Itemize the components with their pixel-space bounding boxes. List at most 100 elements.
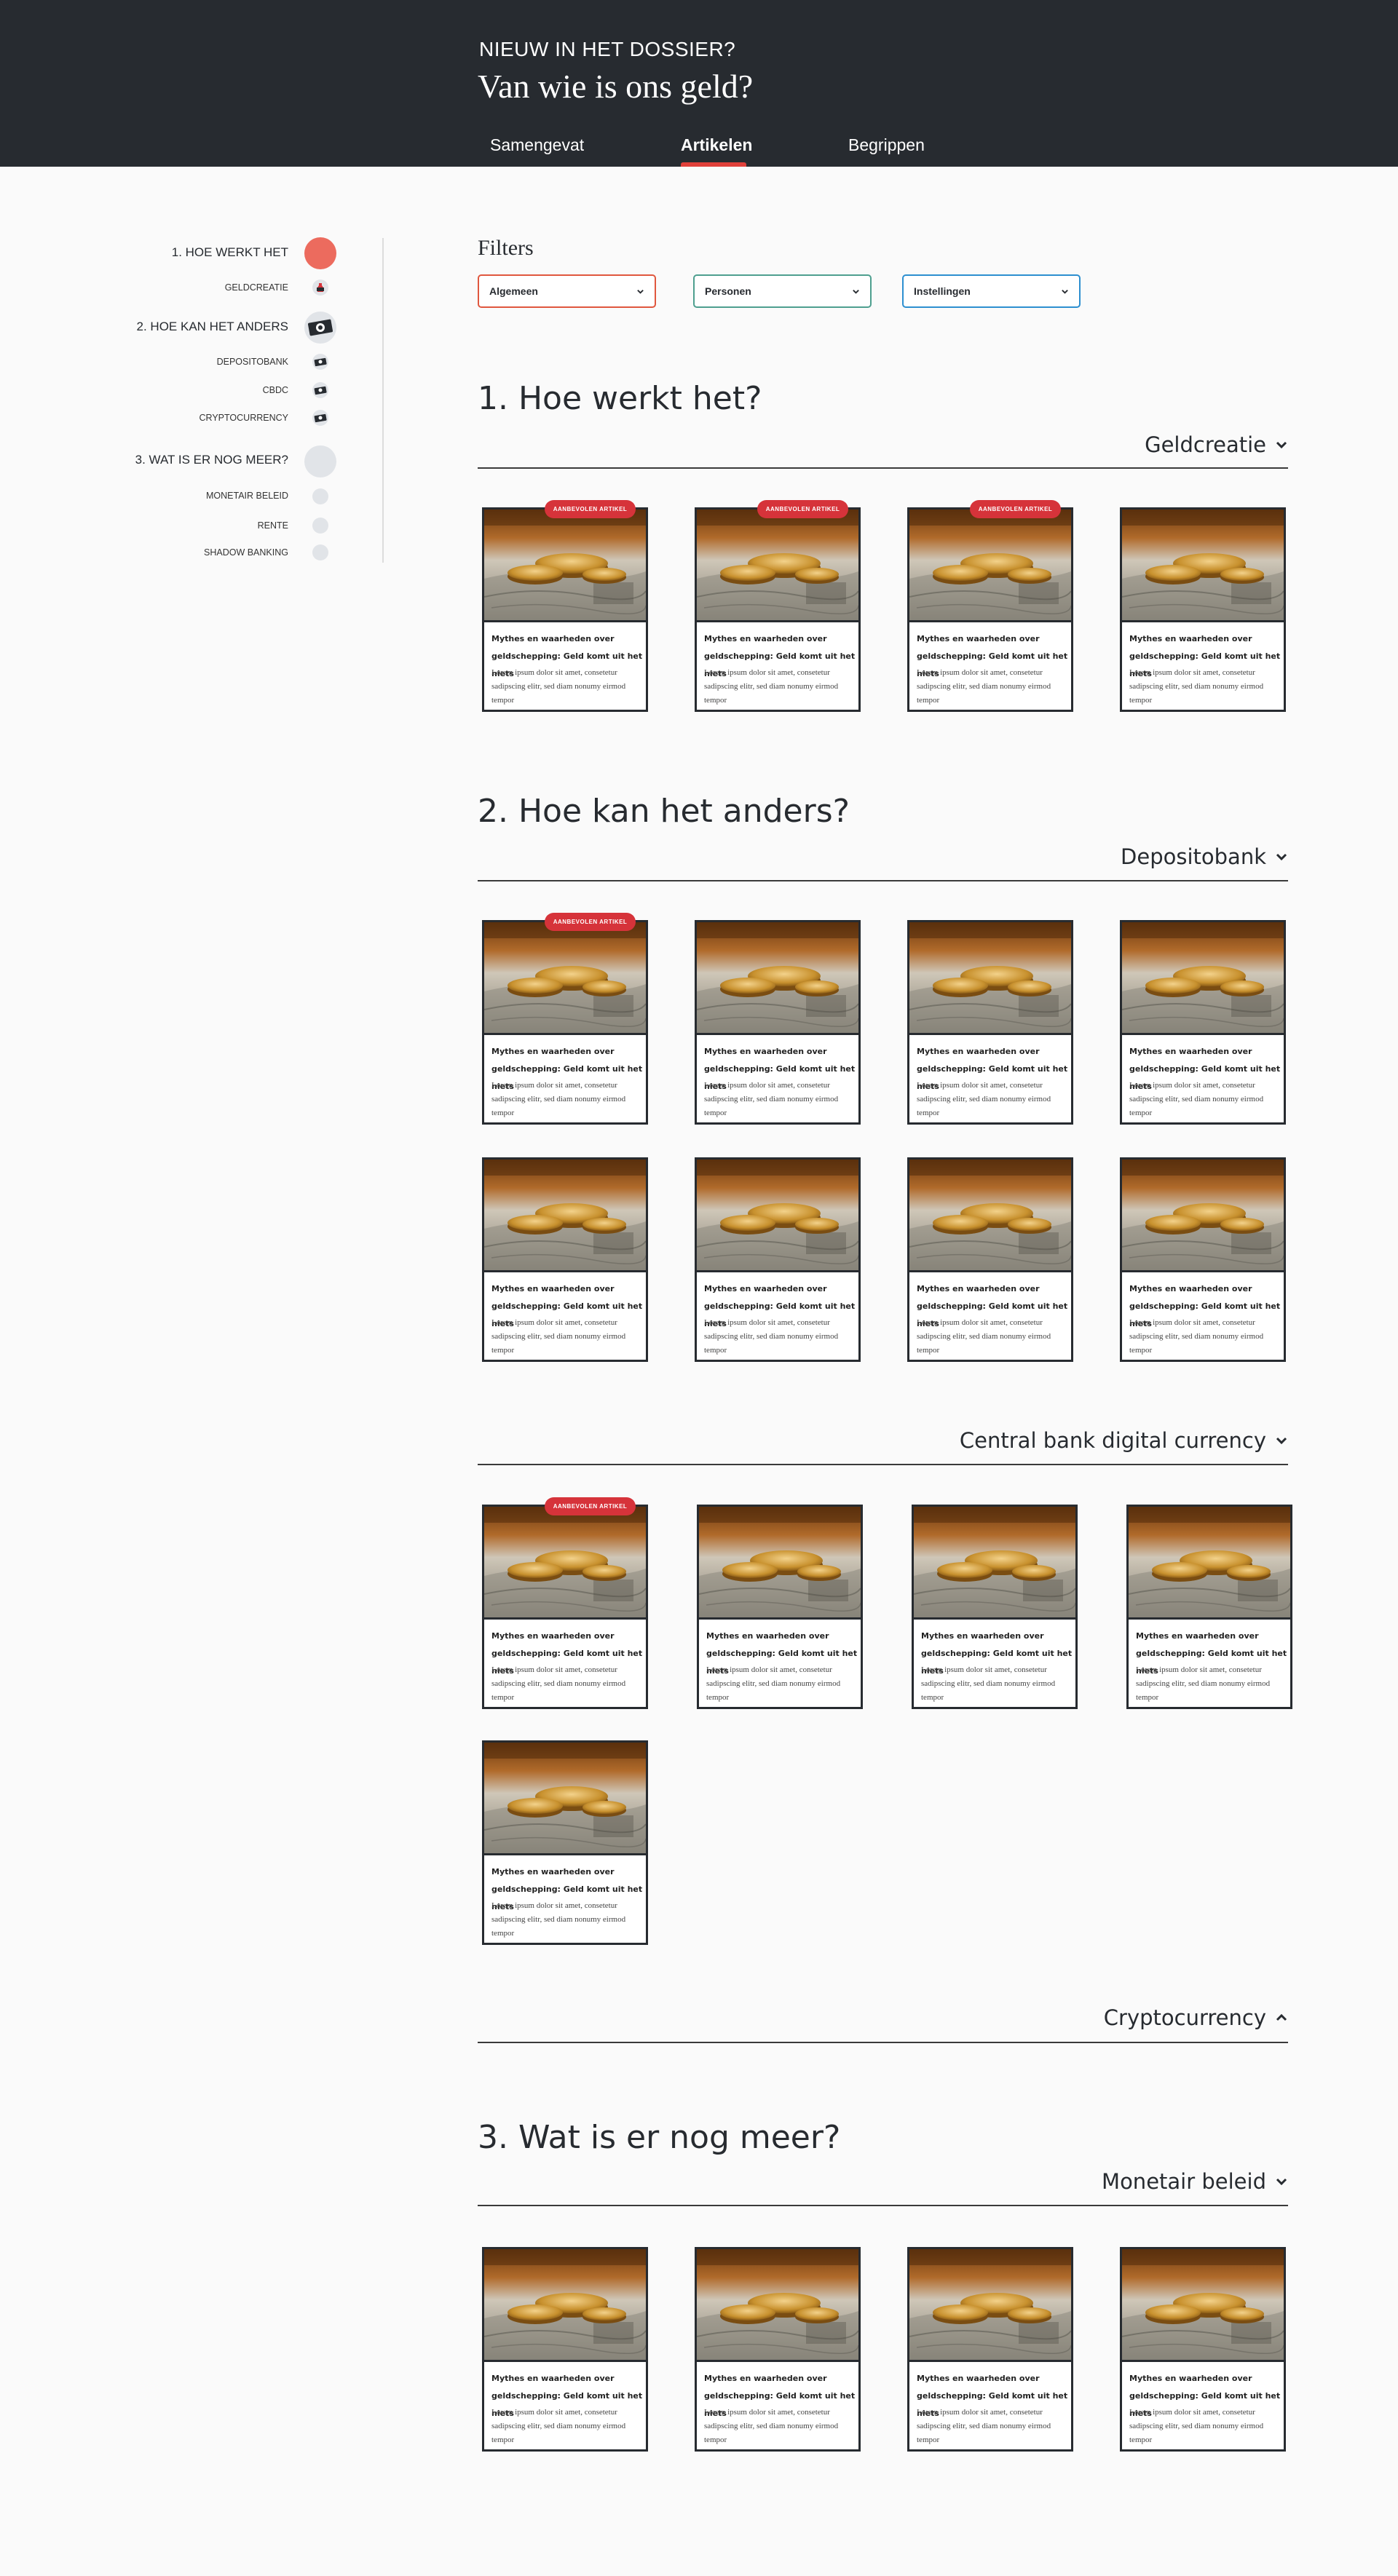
article-excerpt: Lorem ipsum dolor sit amet, consetetur s… (1136, 1665, 1271, 1702)
article-excerpt: Lorem ipsum dolor sit amet, consetetur s… (704, 1318, 839, 1355)
tab-samengevat[interactable]: Samengevat (490, 135, 584, 155)
chevron-down-icon (1276, 2178, 1287, 2186)
subsection-toggle-cryptocurrency[interactable]: Cryptocurrency (1104, 2005, 1288, 2030)
sidebar-divider (382, 238, 384, 563)
banknote-small-icon (312, 354, 328, 370)
article-card[interactable]: Mythes en waarheden over geldschepping: … (907, 1157, 1073, 1362)
chevron-up-icon (1276, 2013, 1287, 2021)
subsection-toggle-monetair-beleid[interactable]: Monetair beleid (1102, 2169, 1288, 2194)
article-card[interactable]: Mythes en waarheden over geldschepping: … (482, 1740, 648, 1945)
article-excerpt: Lorem ipsum dolor sit amet, consetetur s… (917, 1318, 1051, 1355)
progress-dot (312, 518, 328, 534)
article-card[interactable]: Mythes en waarheden over geldschepping: … (912, 1505, 1078, 1709)
article-thumbnail (697, 922, 858, 1035)
tab-artikelen[interactable]: Artikelen (681, 135, 752, 155)
article-card[interactable]: Mythes en waarheden over geldschepping: … (1120, 507, 1286, 712)
article-excerpt: Lorem ipsum dolor sit amet, consetetur s… (491, 1318, 626, 1355)
filter-algemeen-dropdown[interactable]: Algemeen (478, 274, 656, 308)
article-thumbnail (1122, 922, 1284, 1035)
article-thumbnail (1122, 2249, 1284, 2362)
article-thumbnail (484, 1743, 646, 1855)
article-thumbnail (484, 1160, 646, 1272)
section-title: 2. Hoe kan het anders? (478, 793, 850, 830)
article-card[interactable]: Mythes en waarheden over geldschepping: … (695, 2247, 861, 2452)
article-thumbnail (1129, 1507, 1290, 1620)
subsection-toggle-geldcreatie[interactable]: Geldcreatie (1145, 432, 1288, 457)
recommended-badge: AANBEVOLEN ARTIKEL (545, 500, 636, 518)
article-excerpt: Lorem ipsum dolor sit amet, consetetur s… (491, 1901, 626, 1938)
article-card[interactable]: AANBEVOLEN ARTIKEL Mythes en waarheden ov… (695, 500, 861, 712)
article-thumbnail (909, 510, 1071, 622)
article-card[interactable]: Mythes en waarheden over geldschepping: … (482, 1157, 648, 1362)
subsection-label: Central bank digital currency (959, 1428, 1266, 1453)
tab-begrippen[interactable]: Begrippen (848, 135, 925, 155)
subsection-toggle-cbdc[interactable]: Central bank digital currency (960, 1428, 1288, 1453)
filter-label: Personen (705, 285, 751, 297)
dossier-kicker: NIEUW IN HET DOSSIER? (479, 38, 736, 60)
progress-dot (312, 488, 328, 504)
sidebar-item-wat-is-er-nog-meer[interactable]: 3. WAT IS ER NOG MEER? (135, 453, 288, 467)
article-thumbnail (909, 922, 1071, 1035)
article-excerpt: Lorem ipsum dolor sit amet, consetetur s… (1129, 1318, 1264, 1355)
article-thumbnail (697, 510, 858, 622)
subsection-label: Depositobank (1121, 844, 1266, 869)
filter-personen-dropdown[interactable]: Personen (693, 274, 872, 308)
article-card[interactable]: Mythes en waarheden over geldschepping: … (1126, 1505, 1292, 1709)
article-excerpt: Lorem ipsum dolor sit amet, consetetur s… (491, 2408, 626, 2444)
article-card[interactable]: Mythes en waarheden over geldschepping: … (697, 1505, 863, 1709)
sidebar-item-cryptocurrency[interactable]: CRYPTOCURRENCY (200, 413, 288, 423)
recommended-badge: AANBEVOLEN ARTIKEL (970, 500, 1061, 518)
article-excerpt: Lorem ipsum dolor sit amet, consetetur s… (1129, 2408, 1264, 2444)
article-card[interactable]: Mythes en waarheden over geldschepping: … (695, 920, 861, 1125)
article-card[interactable]: Mythes en waarheden over geldschepping: … (695, 1157, 861, 1362)
article-card[interactable]: Mythes en waarheden over geldschepping: … (907, 920, 1073, 1125)
article-excerpt: Lorem ipsum dolor sit amet, consetetur s… (917, 2408, 1051, 2444)
filter-instellingen-dropdown[interactable]: Instellingen (902, 274, 1081, 308)
article-card[interactable]: Mythes en waarheden over geldschepping: … (482, 2247, 648, 2452)
article-card[interactable]: AANBEVOLEN ARTIKEL Mythes en waarheden ov… (482, 913, 648, 1125)
subsection-label: Geldcreatie (1145, 432, 1266, 457)
sidebar-item-monetair-beleid[interactable]: MONETAIR BELEID (206, 491, 288, 501)
subsection-toggle-depositobank[interactable]: Depositobank (1121, 844, 1288, 869)
progress-dot (304, 445, 336, 477)
chevron-down-icon (1062, 289, 1068, 294)
chevron-down-icon (637, 289, 644, 294)
chevron-down-icon (1276, 1437, 1287, 1445)
sidebar-item-hoe-kan-het-anders[interactable]: 2. HOE KAN HET ANDERS (137, 320, 288, 334)
chevron-down-icon (1276, 853, 1287, 861)
article-card[interactable]: Mythes en waarheden over geldschepping: … (907, 2247, 1073, 2452)
dossier-title: Van wie is ons geld? (478, 68, 754, 105)
article-excerpt: Lorem ipsum dolor sit amet, consetetur s… (491, 668, 626, 705)
active-tab-indicator (681, 162, 746, 167)
money-bag-icon (312, 280, 328, 296)
article-thumbnail (1122, 1160, 1284, 1272)
article-card[interactable]: AANBEVOLEN ARTIKEL Mythes en waarheden ov… (907, 500, 1073, 712)
progress-dot-active (304, 237, 336, 269)
sidebar-item-geldcreatie[interactable]: GELDCREATIE (225, 282, 288, 293)
sidebar-item-hoe-werkt-het[interactable]: 1. HOE WERKT HET (172, 245, 288, 260)
article-card[interactable]: Mythes en waarheden over geldschepping: … (1120, 2247, 1286, 2452)
sidebar-item-shadow-banking[interactable]: SHADOW BANKING (204, 547, 288, 558)
sidebar-item-rente[interactable]: RENTE (258, 520, 288, 531)
filter-label: Instellingen (914, 285, 971, 297)
article-thumbnail (914, 1507, 1075, 1620)
article-thumbnail (697, 2249, 858, 2362)
filters-heading: Filters (478, 236, 534, 260)
section-divider (478, 2042, 1288, 2043)
article-card[interactable]: Mythes en waarheden over geldschepping: … (1120, 1157, 1286, 1362)
article-thumbnail (1122, 510, 1284, 622)
sidebar-item-depositobank[interactable]: DEPOSITOBANK (217, 357, 288, 367)
article-excerpt: Lorem ipsum dolor sit amet, consetetur s… (917, 668, 1051, 705)
sidebar-item-cbdc[interactable]: CBDC (263, 385, 288, 395)
article-thumbnail (484, 510, 646, 622)
article-card[interactable]: AANBEVOLEN ARTIKEL Mythes en waarheden ov… (482, 500, 648, 712)
filter-label: Algemeen (489, 285, 538, 297)
article-thumbnail (909, 2249, 1071, 2362)
article-excerpt: Lorem ipsum dolor sit amet, consetetur s… (1129, 1081, 1264, 1117)
article-card[interactable]: Mythes en waarheden over geldschepping: … (1120, 920, 1286, 1125)
banknote-icon (304, 312, 336, 344)
article-card[interactable]: AANBEVOLEN ARTIKEL Mythes en waarheden ov… (482, 1497, 648, 1709)
section-divider (478, 1464, 1288, 1465)
recommended-badge: AANBEVOLEN ARTIKEL (545, 1497, 636, 1515)
article-excerpt: Lorem ipsum dolor sit amet, consetetur s… (491, 1081, 626, 1117)
